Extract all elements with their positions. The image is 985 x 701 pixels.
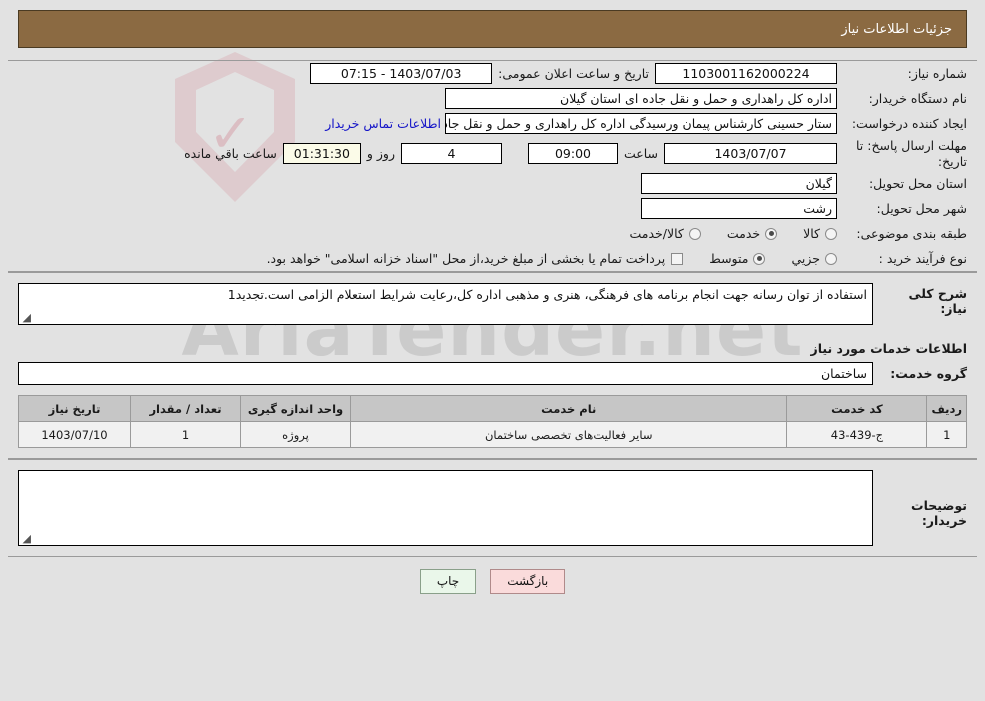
buyer-contact-link[interactable]: اطلاعات تماس خریدار (321, 116, 445, 131)
th-radif: ردیف (926, 395, 967, 423)
deadline-date-value: 1403/07/07 (664, 143, 837, 165)
delivery-province-value: گیلان (641, 173, 837, 195)
deadline-days-label: روز و (366, 146, 395, 162)
row-buyer-comments: توضیحات خریدار: ◢ (18, 470, 967, 547)
th-qty: تعداد / مقدار (130, 395, 241, 423)
subject-category-label: طبقه بندی موضوعی: (856, 226, 967, 242)
announce-datetime-value: 1403/07/03 - 07:15 (310, 63, 493, 84)
description-label: شرح کلی نیاز: (908, 286, 967, 317)
buyer-comments-label: توضیحات خریدار: (911, 498, 967, 529)
page-title-bar: جزئیات اطلاعات نیاز (18, 10, 967, 48)
description-services-panel: شرح کلی نیاز: استفاده از توان رسانه جهت … (8, 272, 977, 460)
page-root: جزئیات اطلاعات نیاز شماره نیاز: 11030011… (0, 10, 985, 604)
cell-code: ج-439-43 (786, 421, 928, 449)
request-creator-label: ایجاد کننده درخواست: (851, 116, 967, 131)
row-delivery-city: شهر محل تحویل: رشت (8, 196, 977, 221)
purchase-process-label: نوع فرآیند خرید : (878, 251, 967, 267)
service-group-value: ساختمان (18, 362, 873, 386)
delivery-province-label: استان محل تحویل: (868, 176, 967, 192)
print-button[interactable]: چاپ (419, 569, 477, 595)
table-header-row: ردیف کد خدمت نام خدمت واحد اندازه گیری ت… (18, 395, 967, 423)
subject-category-option-kala[interactable]: کالا (803, 226, 837, 241)
deadline-countdown-label: ساعت باقي مانده (184, 146, 277, 162)
subject-category-option-khedmat[interactable]: خدمت (726, 226, 778, 242)
purchase-process-option-motevaset[interactable]: متوسط (709, 251, 766, 267)
resize-grip-icon[interactable]: ◢ (21, 312, 31, 323)
announce-datetime-label: تاریخ و ساعت اعلان عمومی: (498, 66, 649, 81)
subject-category-option-kala-khedmat-label: کالا/خدمت (629, 226, 684, 242)
deadline-label: مهلت ارسال پاسخ: تا تاریخ: (856, 138, 967, 169)
delivery-city-value: رشت (641, 198, 837, 220)
row-delivery-province: استان محل تحویل: گیلان (8, 171, 977, 196)
cell-name: سایر فعالیت‌های تخصصی ساختمان (349, 421, 788, 449)
row-purchase-process: نوع فرآیند خرید : جزیي متوسط پرداخت تمام… (8, 246, 977, 271)
services-table-wrap: ردیف کد خدمت نام خدمت واحد اندازه گیری ت… (8, 395, 977, 458)
treasury-bond-text: پرداخت تمام یا بخشی از مبلغ خرید،از محل … (266, 251, 666, 267)
subject-category-radio-group: کالا خدمت کالا/خدمت (603, 226, 837, 241)
subject-category-option-khedmat-label: خدمت (726, 226, 761, 242)
delivery-city-label: شهر محل تحویل: (876, 201, 967, 217)
purchase-process-option-jozi-label: جزیي (791, 251, 820, 267)
th-code: کد خدمت (786, 395, 928, 423)
buyer-comments-textarea[interactable]: ◢ (18, 470, 873, 547)
purchase-process-option-motevaset-label: متوسط (709, 251, 749, 267)
need-number-value: 1103001162000224 (655, 63, 837, 84)
row-need-number: شماره نیاز: 1103001162000224 تاریخ و ساع… (8, 61, 977, 86)
buyer-org-label: نام دستگاه خریدار: (868, 91, 967, 106)
subject-category-option-kala-khedmat[interactable]: کالا/خدمت (629, 226, 701, 242)
cell-radif: 1 (926, 421, 967, 449)
description-textarea[interactable]: استفاده از توان رسانه جهت انجام برنامه ه… (18, 283, 873, 326)
buyer-org-value: اداره کل راهداری و حمل و نقل جاده ای است… (445, 88, 837, 109)
treasury-bond-option[interactable]: پرداخت تمام یا بخشی از مبلغ خرید،از محل … (267, 251, 684, 266)
radio-icon-kala[interactable] (825, 227, 837, 240)
deadline-time-label: ساعت (623, 146, 658, 162)
back-button[interactable]: بازگشت (490, 569, 566, 595)
cell-unit: پروژه (240, 421, 351, 449)
row-request-creator: ایجاد کننده درخواست: ستار حسینی کارشناس … (8, 111, 977, 136)
deadline-time-value: 09:00 (527, 143, 618, 165)
row-service-group: گروه خدمت: ساختمان (8, 362, 977, 395)
deadline-days-value: 4 (400, 143, 502, 165)
th-date: تاریخ نیاز (18, 395, 131, 423)
th-name: نام خدمت (349, 395, 788, 423)
cell-date: 1403/07/10 (18, 421, 131, 449)
radio-icon-kala-khedmat[interactable] (688, 227, 701, 240)
service-group-label: گروه خدمت: (890, 366, 967, 382)
buyer-comments-block: توضیحات خریدار: ◢ (8, 460, 977, 556)
row-subject-category: طبقه بندی موضوعی: کالا خدمت کالا/خدمت (8, 221, 977, 246)
row-buyer-org: نام دستگاه خریدار: اداره کل راهداری و حم… (8, 86, 977, 111)
description-value: استفاده از توان رسانه جهت انجام برنامه ه… (227, 287, 867, 303)
description-block: شرح کلی نیاز: استفاده از توان رسانه جهت … (8, 273, 977, 331)
footer-actions: بازگشت چاپ (0, 557, 985, 604)
need-info-panel: شماره نیاز: 1103001162000224 تاریخ و ساع… (8, 60, 977, 273)
page-title: جزئیات اطلاعات نیاز (841, 21, 952, 37)
row-description: شرح کلی نیاز: استفاده از توان رسانه جهت … (18, 283, 967, 326)
row-deadline: مهلت ارسال پاسخ: تا تاریخ: 1403/07/07 سا… (8, 136, 977, 171)
radio-icon-jozi[interactable] (825, 252, 837, 265)
deadline-countdown-value: 01:31:30 (282, 143, 361, 165)
th-unit: واحد اندازه گیری (240, 395, 351, 423)
table-row: 1 ج-439-43 سایر فعالیت‌های تخصصی ساختمان… (18, 421, 967, 449)
subject-category-option-kala-label: کالا (803, 226, 820, 242)
resize-grip-icon-comments[interactable]: ◢ (21, 533, 31, 544)
radio-icon-motevaset[interactable] (753, 252, 766, 265)
buyer-comments-panel: توضیحات خریدار: ◢ (8, 459, 977, 558)
purchase-process-option-jozi[interactable]: جزیي (791, 251, 837, 266)
services-table-body: 1 ج-439-43 سایر فعالیت‌های تخصصی ساختمان… (18, 421, 967, 449)
need-number-label: شماره نیاز: (907, 66, 967, 81)
checkbox-icon-treasury-bond[interactable] (671, 252, 684, 265)
request-creator-value: ستار حسینی کارشناس پیمان ورسیدگی اداره ک… (445, 113, 837, 134)
services-table: ردیف کد خدمت نام خدمت واحد اندازه گیری ت… (18, 395, 967, 449)
services-table-head: ردیف کد خدمت نام خدمت واحد اندازه گیری ت… (18, 395, 967, 423)
services-section-heading: اطلاعات خدمات مورد نیاز (810, 341, 968, 357)
radio-icon-khedmat[interactable] (765, 227, 778, 240)
purchase-process-radio-group: جزیي متوسط پرداخت تمام یا بخشی از مبلغ خ… (241, 251, 837, 266)
cell-qty: 1 (130, 421, 241, 449)
